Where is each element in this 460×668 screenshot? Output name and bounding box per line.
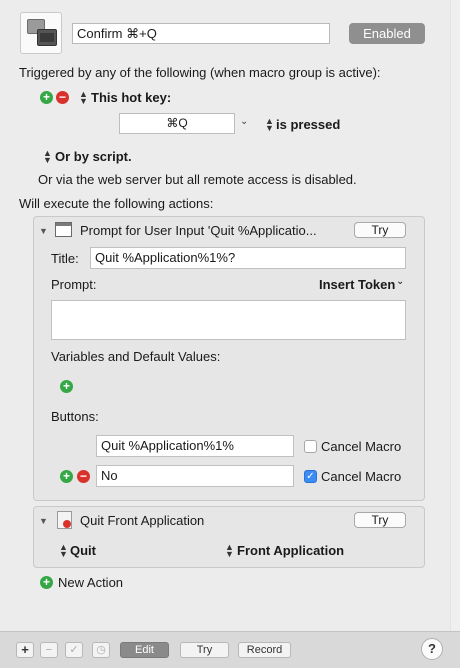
cancel-macro-checkbox-2[interactable]: ✓: [304, 470, 317, 483]
add-icon[interactable]: +: [16, 642, 34, 658]
try-button[interactable]: Try: [180, 642, 229, 658]
web-server-note: Or via the web server but all remote acc…: [38, 172, 357, 187]
button-field-2[interactable]: No: [96, 465, 294, 487]
chevron-down-icon[interactable]: ⌄: [396, 276, 404, 287]
triggers-intro: Triggered by any of the following (when …: [19, 65, 381, 80]
clock-icon[interactable]: ◷: [92, 642, 110, 658]
action2-title: Quit Front Application: [80, 513, 205, 528]
buttons-label: Buttons:: [51, 409, 99, 424]
disclosure-triangle-icon[interactable]: ▼: [39, 226, 48, 236]
action2-try-button[interactable]: Try: [354, 512, 406, 528]
quit-verb-updown-icon[interactable]: ▲ ▼: [59, 543, 68, 559]
action1-title: Prompt for User Input 'Quit %Applicatio.…: [80, 223, 317, 238]
add-variable-icon[interactable]: +: [60, 380, 73, 393]
checkmark-icon[interactable]: ✓: [65, 642, 83, 658]
record-button[interactable]: Record: [238, 642, 291, 658]
quit-verb-menu[interactable]: Quit: [70, 543, 96, 558]
enabled-button[interactable]: Enabled: [349, 23, 425, 44]
condition-updown-icon[interactable]: ▲ ▼: [265, 117, 274, 133]
hot-key-label: This hot key:: [91, 90, 172, 105]
action1-try-button[interactable]: Try: [354, 222, 406, 238]
macro-icon[interactable]: [20, 12, 62, 54]
script-trigger-label: Or by script.: [55, 149, 132, 164]
prompt-label: Prompt:: [51, 277, 97, 292]
scrollbar[interactable]: [450, 0, 460, 631]
add-trigger-icon[interactable]: +: [40, 91, 53, 104]
new-action-link[interactable]: New Action: [58, 575, 123, 590]
quit-target-menu[interactable]: Front Application: [237, 543, 344, 558]
new-action-icon[interactable]: +: [40, 576, 53, 589]
trigger-type-updown-icon[interactable]: ▲ ▼: [79, 90, 88, 106]
cancel-macro-label-1: Cancel Macro: [321, 439, 402, 454]
target-updown-icon[interactable]: ▲ ▼: [225, 543, 234, 559]
remove-button-icon[interactable]: −: [77, 470, 90, 483]
insert-token-menu[interactable]: Insert Token: [319, 277, 395, 292]
button-field-1[interactable]: Quit %Application%1%: [96, 435, 294, 457]
remove-icon[interactable]: −: [40, 642, 58, 658]
quit-app-icon: [57, 511, 72, 529]
actions-intro: Will execute the following actions:: [19, 196, 214, 211]
cancel-macro-label-2: Cancel Macro: [321, 469, 402, 484]
prompt-textarea[interactable]: [51, 300, 406, 340]
window-icon: [55, 222, 72, 237]
macro-name-field[interactable]: Confirm ⌘+Q: [72, 23, 330, 44]
cancel-macro-checkbox-1[interactable]: [304, 440, 317, 453]
add-button-icon[interactable]: +: [60, 470, 73, 483]
hot-key-condition[interactable]: is pressed: [276, 117, 340, 132]
disclosure-triangle-icon[interactable]: ▼: [39, 516, 48, 526]
title-field-label: Title:: [51, 251, 79, 266]
help-icon[interactable]: ?: [421, 638, 443, 660]
hot-key-field[interactable]: ⌘Q: [119, 113, 235, 134]
title-field[interactable]: Quit %Application%1%?: [90, 247, 406, 269]
edit-button[interactable]: Edit: [120, 642, 169, 658]
remove-trigger-icon[interactable]: −: [56, 91, 69, 104]
script-updown-icon[interactable]: ▲ ▼: [43, 149, 52, 165]
chevron-down-icon[interactable]: ⌄: [240, 116, 248, 127]
variables-label: Variables and Default Values:: [51, 349, 221, 364]
